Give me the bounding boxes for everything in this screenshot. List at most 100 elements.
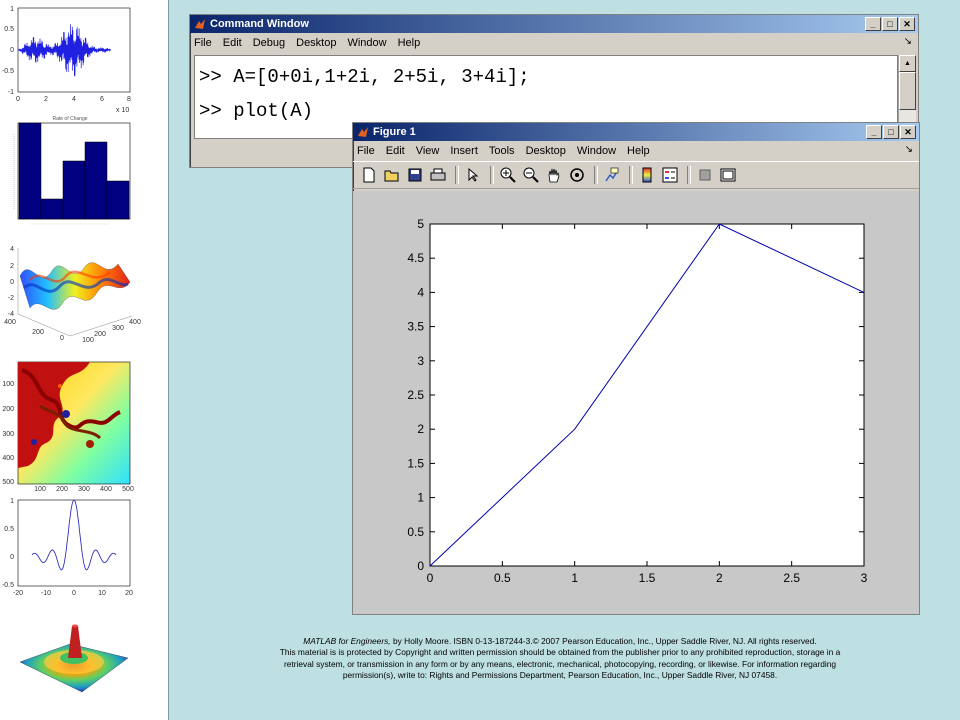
menu-edit[interactable]: Edit — [386, 145, 405, 157]
copyright-caption: MATLAB for Engineers, by Holly Moore. IS… — [200, 636, 920, 681]
book-title: MATLAB for Engineers, — [303, 636, 391, 646]
fractal-ytick: 500 — [2, 479, 14, 486]
wave-ytick: 0.5 — [4, 26, 14, 33]
new-file-icon[interactable] — [359, 165, 379, 185]
figure-menubar: File Edit View Insert Tools Desktop Wind… — [353, 141, 919, 161]
open-folder-icon[interactable] — [382, 165, 402, 185]
fractal-ytick: 100 — [2, 381, 14, 388]
menu-edit[interactable]: Edit — [223, 37, 242, 49]
fractal-thumbnail: 100 200 300 400 500 100 200 300 400 500 — [2, 361, 134, 493]
scroll-up-arrow-icon[interactable]: ▲ — [899, 55, 916, 72]
surface-thumbnail: 4 2 0 -2 -4 200 100 0 200 300 400 400 — [4, 246, 141, 344]
menu-help[interactable]: Help — [398, 37, 421, 49]
sinc-xtick: 20 — [125, 590, 133, 597]
pan-hand-icon[interactable] — [544, 165, 564, 185]
figure-window[interactable]: Figure 1 _ □ ✕ File Edit View Insert Too… — [352, 122, 920, 615]
y-tick-label: 4.5 — [407, 251, 424, 265]
menu-help[interactable]: Help — [627, 145, 650, 157]
line-chart[interactable]: 0 0.5 1 1.5 2 2.5 3 0 0.5 1 1.5 2 2.5 3 3.5 4 4.5 5 — [353, 191, 919, 614]
undock-icon[interactable]: ↘ — [905, 144, 913, 155]
menu-window[interactable]: Window — [577, 145, 616, 157]
command-line: >> plot(A) — [199, 100, 314, 122]
sinc-ytick: -0.5 — [2, 582, 14, 589]
undock-icon[interactable]: ↘ — [904, 36, 912, 47]
command-window-title: Command Window — [210, 18, 309, 30]
hide-plot-tools-icon[interactable] — [695, 165, 715, 185]
colorbar-icon[interactable] — [637, 165, 657, 185]
maximize-button[interactable]: □ — [882, 17, 898, 31]
menu-desktop[interactable]: Desktop — [526, 145, 566, 157]
fractal-ytick: 400 — [2, 455, 14, 462]
bar — [40, 198, 64, 220]
sinc-xtick: 0 — [72, 590, 76, 597]
copyright-line: This material is is protected by Copyrig… — [279, 647, 841, 658]
maximize-button[interactable]: □ — [883, 125, 899, 139]
fractal-ytick: 200 — [2, 406, 14, 413]
copyright-line: by Holly Moore. ISBN 0-13-187244-3.© 200… — [390, 636, 817, 646]
fractal-ytick: 300 — [2, 431, 14, 438]
wave-xtick: 4 — [72, 96, 76, 103]
rotate-3d-icon[interactable] — [567, 165, 587, 185]
x-tick-label: 3 — [861, 571, 868, 585]
menu-file[interactable]: File — [194, 37, 212, 49]
menu-tools[interactable]: Tools — [489, 145, 515, 157]
surface-xtick: 200 — [32, 329, 44, 336]
toolbar-separator — [455, 166, 459, 184]
bar — [62, 160, 86, 220]
x-tick-label: 1 — [571, 571, 578, 585]
y-tick-label: 0.5 — [407, 525, 424, 539]
sombrero-thumbnail — [19, 624, 129, 693]
y-tick-label: 3.5 — [407, 320, 424, 334]
command-window-menubar: File Edit Debug Desktop Window Help ↘ — [190, 33, 918, 53]
y-tick-label: 1.5 — [407, 456, 424, 470]
toolbar-separator — [490, 166, 494, 184]
wave-exponent: x 10 — [116, 107, 129, 114]
close-button[interactable]: ✕ — [899, 17, 915, 31]
sinc-xtick: -20 — [13, 590, 23, 597]
wave-ytick: -1 — [8, 89, 14, 96]
menu-view[interactable]: View — [416, 145, 440, 157]
x-tick-label: 2.5 — [783, 571, 800, 585]
sinc-ytick: 0.5 — [4, 526, 14, 533]
surface-xtick: 100 — [82, 337, 94, 344]
surface-ytick: 200 — [94, 331, 106, 338]
minimize-button[interactable]: _ — [866, 125, 882, 139]
copyright-line: permission(s), write to: Rights and Perm… — [342, 669, 778, 680]
save-icon[interactable] — [405, 165, 425, 185]
fractal-xtick: 400 — [100, 486, 112, 493]
sinc-thumbnail: 1 0.5 0 -0.5 -20 -10 0 10 20 — [2, 498, 133, 597]
toolbar-separator — [629, 166, 633, 184]
sinc-xtick: 10 — [98, 590, 106, 597]
wave-ytick: 0 — [10, 47, 14, 54]
surface-ztick: 0 — [10, 279, 14, 286]
y-tick-label: 1 — [417, 491, 424, 505]
bar — [18, 122, 42, 220]
figure-window-titlebar[interactable]: Figure 1 _ □ ✕ — [353, 123, 919, 141]
menu-insert[interactable]: Insert — [450, 145, 478, 157]
show-plot-tools-icon[interactable] — [718, 165, 738, 185]
command-window-titlebar[interactable]: Command Window _ □ ✕ — [190, 15, 918, 33]
scrollbar-thumb[interactable] — [899, 72, 916, 110]
menu-file[interactable]: File — [357, 145, 375, 157]
bar — [84, 141, 108, 220]
print-icon[interactable] — [428, 165, 448, 185]
minimize-button[interactable]: _ — [865, 17, 881, 31]
data-cursor-icon[interactable] — [602, 165, 622, 185]
pointer-icon[interactable] — [463, 165, 483, 185]
x-tick-label: 2 — [716, 571, 723, 585]
legend-icon[interactable] — [660, 165, 680, 185]
x-tick-label: 1.5 — [639, 571, 656, 585]
menu-desktop[interactable]: Desktop — [296, 37, 336, 49]
menu-debug[interactable]: Debug — [253, 37, 285, 49]
surface-corner-tick: 400 — [4, 319, 16, 326]
zoom-in-icon[interactable] — [498, 165, 518, 185]
zoom-out-icon[interactable] — [521, 165, 541, 185]
wave-ytick: -0.5 — [2, 68, 14, 75]
surface-ytick: 400 — [129, 319, 141, 326]
waveform-thumbnail: 1 0.5 0 -0.5 -1 0 2 4 6 8 x 10 — [2, 6, 131, 114]
surface-ztick: 2 — [10, 263, 14, 270]
close-button[interactable]: ✕ — [900, 125, 916, 139]
menu-window[interactable]: Window — [347, 37, 386, 49]
toolbar-separator — [687, 166, 691, 184]
command-line: >> A=[0+0i,1+2i, 2+5i, 3+4i]; — [199, 66, 530, 88]
